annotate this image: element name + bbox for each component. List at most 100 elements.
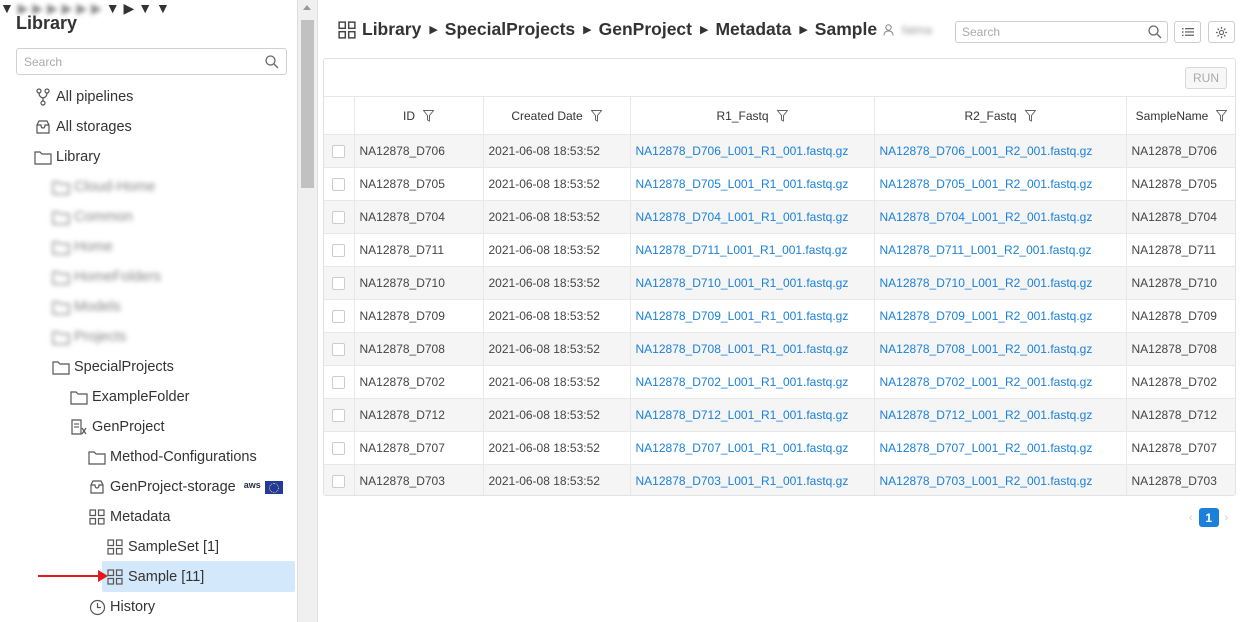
prev-page-icon[interactable]: ‹ bbox=[1183, 512, 1199, 524]
breadcrumb-item[interactable]: SpecialProjects bbox=[445, 19, 575, 40]
table-row[interactable]: NA12878_D710 2021-06-08 18:53:52 NA12878_D… bbox=[324, 266, 1235, 300]
row-checkbox-cell[interactable] bbox=[324, 134, 355, 168]
sidebar-item-home[interactable]: Home bbox=[52, 234, 113, 260]
row-checkbox-cell[interactable] bbox=[324, 464, 355, 495]
sidebar-item-common[interactable]: Common bbox=[52, 204, 133, 230]
sidebar-item-method-configurations[interactable]: Method-Configurations bbox=[88, 444, 257, 470]
sidebar-item-metadata[interactable]: Metadata bbox=[88, 504, 170, 530]
filter-icon[interactable] bbox=[1216, 110, 1228, 123]
table-row[interactable]: NA12878_D705 2021-06-08 18:53:52 NA12878_D… bbox=[324, 167, 1235, 201]
sidebar-item-genproject-storage[interactable]: GenProject-storage aws bbox=[88, 474, 283, 500]
page-button-current[interactable]: 1 bbox=[1198, 508, 1219, 527]
sidebar-item-sample[interactable]: Sample [11] bbox=[106, 564, 204, 590]
table-row[interactable]: NA12878_D707 2021-06-08 18:53:52 NA12878_D… bbox=[324, 431, 1235, 465]
list-view-button[interactable] bbox=[1174, 21, 1201, 43]
filter-icon[interactable] bbox=[776, 110, 788, 123]
r1-fastq-link[interactable]: NA12878_D711_L001_R1_001.fastq.gz bbox=[630, 233, 875, 267]
sidebar-item-projects[interactable]: Projects bbox=[52, 324, 126, 350]
row-checkbox[interactable] bbox=[332, 145, 346, 159]
metadata-search-input[interactable] bbox=[956, 22, 1141, 42]
row-checkbox[interactable] bbox=[332, 442, 346, 456]
search-icon[interactable] bbox=[1148, 25, 1162, 39]
row-checkbox[interactable] bbox=[332, 211, 346, 225]
row-checkbox-cell[interactable] bbox=[324, 200, 355, 234]
row-checkbox-cell[interactable] bbox=[324, 266, 355, 300]
r1-fastq-link[interactable]: NA12878_D710_L001_R1_001.fastq.gz bbox=[630, 266, 875, 300]
sidebar-item-specialprojects[interactable]: SpecialProjects bbox=[52, 354, 174, 380]
row-checkbox[interactable] bbox=[332, 310, 346, 324]
caret-right-icon[interactable]: ▶ bbox=[18, 0, 29, 16]
settings-button[interactable] bbox=[1208, 21, 1235, 43]
r1-fastq-link[interactable]: NA12878_D709_L001_R1_001.fastq.gz bbox=[630, 299, 875, 333]
r2-fastq-link[interactable]: NA12878_D704_L001_R2_001.fastq.gz bbox=[874, 200, 1127, 234]
sidebar-item-models[interactable]: Models bbox=[52, 294, 121, 320]
row-checkbox[interactable] bbox=[332, 376, 346, 390]
row-checkbox-cell[interactable] bbox=[324, 332, 355, 366]
r1-fastq-link[interactable]: NA12878_D702_L001_R1_001.fastq.gz bbox=[630, 365, 875, 399]
caret-right-icon[interactable]: ▶ bbox=[91, 0, 102, 16]
row-checkbox[interactable] bbox=[332, 277, 346, 291]
r2-fastq-link[interactable]: NA12878_D709_L001_R2_001.fastq.gz bbox=[874, 299, 1127, 333]
r1-fastq-link[interactable]: NA12878_D712_L001_R1_001.fastq.gz bbox=[630, 398, 875, 432]
column-header-samplename[interactable]: SampleName bbox=[1126, 96, 1235, 135]
sidebar-item-examplefolder[interactable]: ExampleFolder bbox=[70, 384, 190, 410]
row-checkbox-cell[interactable] bbox=[324, 431, 355, 465]
caret-right-icon[interactable]: ▶ bbox=[62, 0, 73, 16]
row-checkbox-cell[interactable] bbox=[324, 299, 355, 333]
sidebar-scrollbar[interactable] bbox=[298, 0, 318, 622]
table-row[interactable]: NA12878_D708 2021-06-08 18:53:52 NA12878_D… bbox=[324, 332, 1235, 366]
table-row[interactable]: NA12878_D703 2021-06-08 18:53:52 NA12878_D… bbox=[324, 464, 1235, 495]
row-checkbox[interactable] bbox=[332, 343, 346, 357]
r2-fastq-link[interactable]: NA12878_D712_L001_R2_001.fastq.gz bbox=[874, 398, 1127, 432]
caret-down-icon[interactable]: ▼ bbox=[156, 0, 170, 16]
row-checkbox-cell[interactable] bbox=[324, 233, 355, 267]
r2-fastq-link[interactable]: NA12878_D710_L001_R2_001.fastq.gz bbox=[874, 266, 1127, 300]
row-checkbox[interactable] bbox=[332, 475, 346, 489]
table-row[interactable]: NA12878_D712 2021-06-08 18:53:52 NA12878_D… bbox=[324, 398, 1235, 432]
r1-fastq-link[interactable]: NA12878_D707_L001_R1_001.fastq.gz bbox=[630, 431, 875, 465]
column-header-r2-fastq[interactable]: R2_Fastq bbox=[874, 96, 1127, 135]
r2-fastq-link[interactable]: NA12878_D702_L001_R2_001.fastq.gz bbox=[874, 365, 1127, 399]
r2-fastq-link[interactable]: NA12878_D708_L001_R2_001.fastq.gz bbox=[874, 332, 1127, 366]
column-header-id[interactable]: ID bbox=[354, 96, 484, 135]
column-header-created-date[interactable]: Created Date bbox=[483, 96, 631, 135]
sidebar-search-input[interactable] bbox=[17, 49, 257, 74]
breadcrumb-item[interactable]: Library bbox=[362, 19, 421, 40]
filter-icon[interactable] bbox=[423, 110, 434, 123]
caret-down-icon[interactable]: ▼ bbox=[106, 0, 120, 16]
caret-right-icon[interactable]: ▶ bbox=[76, 0, 87, 16]
r2-fastq-link[interactable]: NA12878_D707_L001_R2_001.fastq.gz bbox=[874, 431, 1127, 465]
r2-fastq-link[interactable]: NA12878_D706_L001_R2_001.fastq.gz bbox=[874, 134, 1127, 168]
table-row[interactable]: NA12878_D706 2021-06-08 18:53:52 NA12878_D… bbox=[324, 134, 1235, 168]
caret-right-icon[interactable]: ▶ bbox=[47, 0, 58, 16]
table-row[interactable]: NA12878_D702 2021-06-08 18:53:52 NA12878_D… bbox=[324, 365, 1235, 399]
caret-down-icon[interactable]: ▼ bbox=[138, 0, 152, 16]
caret-down-icon[interactable]: ▼ bbox=[0, 0, 14, 16]
next-page-icon[interactable]: › bbox=[1219, 512, 1235, 524]
sidebar-item-all-storages[interactable]: All storages bbox=[34, 114, 132, 140]
table-row[interactable]: NA12878_D709 2021-06-08 18:53:52 NA12878_D… bbox=[324, 299, 1235, 333]
search-icon[interactable] bbox=[265, 55, 279, 69]
sidebar-item-homefolders[interactable]: HomeFolders bbox=[52, 264, 161, 290]
sidebar-item-library[interactable]: Library bbox=[34, 144, 100, 170]
column-header-r1-fastq[interactable]: R1_Fastq bbox=[630, 96, 875, 135]
sidebar-item-cloud-home[interactable]: Cloud-Home bbox=[52, 174, 155, 200]
row-checkbox-cell[interactable] bbox=[324, 365, 355, 399]
filter-icon[interactable] bbox=[1024, 110, 1036, 123]
r1-fastq-link[interactable]: NA12878_D706_L001_R1_001.fastq.gz bbox=[630, 134, 875, 168]
table-row[interactable]: NA12878_D704 2021-06-08 18:53:52 NA12878_D… bbox=[324, 200, 1235, 234]
row-checkbox-cell[interactable] bbox=[324, 167, 355, 201]
metadata-search[interactable] bbox=[955, 21, 1168, 43]
row-checkbox[interactable] bbox=[332, 178, 346, 192]
scroll-up-icon[interactable] bbox=[303, 5, 311, 10]
sidebar-item-history[interactable]: History bbox=[88, 594, 155, 620]
sidebar-item-sampleset[interactable]: SampleSet [1] bbox=[106, 534, 219, 560]
caret-right-icon[interactable]: ▶ bbox=[32, 0, 43, 16]
table-row[interactable]: NA12878_D711 2021-06-08 18:53:52 NA12878_D… bbox=[324, 233, 1235, 267]
filter-icon[interactable] bbox=[590, 110, 602, 123]
r1-fastq-link[interactable]: NA12878_D705_L001_R1_001.fastq.gz bbox=[630, 167, 875, 201]
row-checkbox[interactable] bbox=[332, 244, 346, 258]
sidebar-search[interactable] bbox=[16, 48, 287, 75]
r2-fastq-link[interactable]: NA12878_D711_L001_R2_001.fastq.gz bbox=[874, 233, 1127, 267]
sidebar-item-genproject[interactable]: GenProject bbox=[70, 414, 165, 440]
